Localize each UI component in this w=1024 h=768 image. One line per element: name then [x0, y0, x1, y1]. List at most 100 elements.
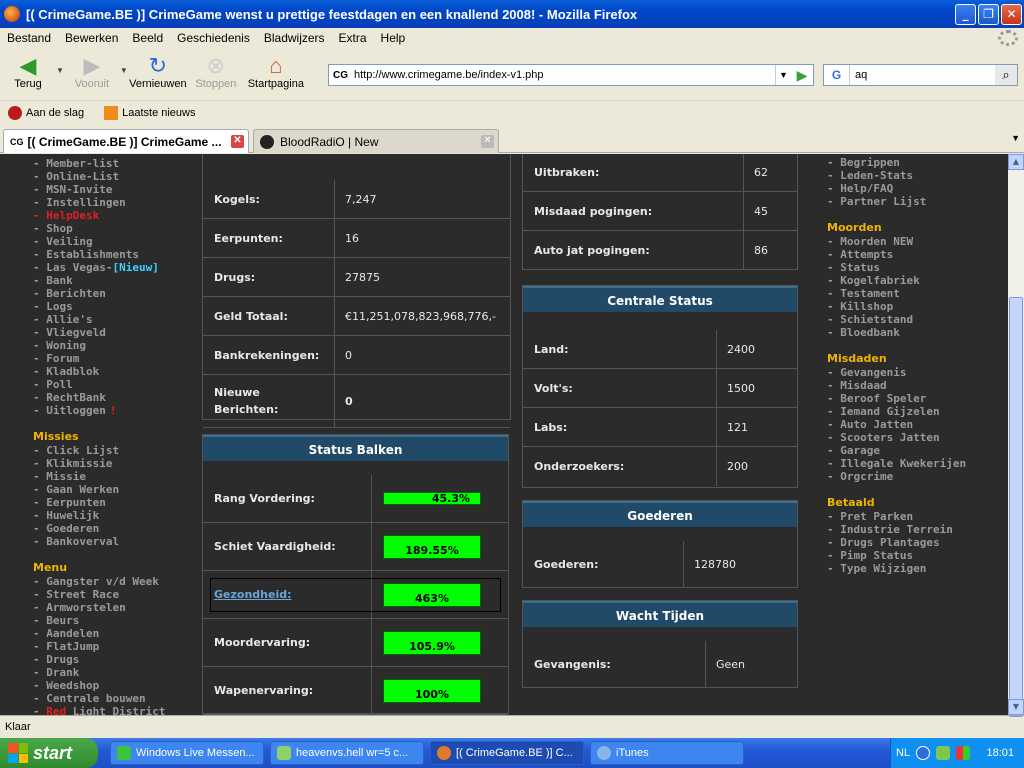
google-engine-icon[interactable]: G — [824, 65, 850, 85]
language-indicator[interactable]: NL — [896, 747, 910, 759]
minimize-button[interactable]: _ — [955, 3, 976, 25]
nav-link[interactable]: - Testament — [827, 287, 966, 300]
nav-link[interactable]: - Shop — [33, 222, 165, 235]
nav-link[interactable]: - Missie — [33, 470, 165, 483]
nav-link[interactable]: - Uitloggen! — [33, 404, 165, 417]
nav-link[interactable]: - Drugs — [33, 653, 165, 666]
menu-geschiedenis[interactable]: Geschiedenis — [170, 31, 257, 45]
nav-link[interactable]: - RechtBank — [33, 391, 165, 404]
nav-link[interactable]: - HelpDesk — [33, 209, 165, 222]
nav-link[interactable]: - Huwelijk — [33, 509, 165, 522]
menu-extra[interactable]: Extra — [332, 31, 374, 45]
nav-link[interactable]: - Bloedbank — [827, 326, 966, 339]
tray-expand-icon[interactable] — [916, 746, 931, 760]
close-tab-icon[interactable]: ✕ — [481, 135, 494, 148]
nav-link[interactable]: - MSN-Invite — [33, 183, 165, 196]
nav-link[interactable]: - Drank — [33, 666, 165, 679]
bookmark-laatste-nieuws[interactable]: Laatste nieuws — [104, 105, 196, 120]
taskbar-item-crimegame[interactable]: [( CrimeGame.BE )] C... — [430, 741, 584, 765]
nav-link[interactable]: - Auto Jatten — [827, 418, 966, 431]
start-button[interactable]: start — [0, 738, 98, 768]
menu-bestand[interactable]: Bestand — [0, 31, 58, 45]
bookmark-aan-de-slag[interactable]: Aan de slag — [8, 105, 84, 120]
back-history-dropdown[interactable]: ▼ — [56, 66, 64, 75]
nav-link[interactable]: - Killshop — [827, 300, 966, 313]
go-arrow-icon[interactable]: ▶ — [791, 65, 813, 85]
nav-link[interactable]: - Instellingen — [33, 196, 165, 209]
nav-link[interactable]: - Bank — [33, 274, 165, 287]
nav-link[interactable]: - Help/FAQ — [827, 182, 966, 195]
nav-link[interactable]: - Kladblok — [33, 365, 165, 378]
left-nav-link[interactable]: - Red Light District — [33, 705, 165, 715]
nav-link[interactable]: - Woning — [33, 339, 165, 352]
nav-link[interactable]: - Click Lijst — [33, 444, 165, 457]
nav-link[interactable]: - Forum — [33, 352, 165, 365]
nav-link[interactable]: - Allie's — [33, 313, 165, 326]
tab-bloodradio[interactable]: BloodRadiO | New ✕ — [253, 129, 499, 153]
taskbar-item-messenger[interactable]: Windows Live Messen... — [110, 741, 264, 765]
scroll-down-arrow[interactable]: ▼ — [1008, 699, 1024, 715]
nav-link[interactable]: - Street Race — [33, 588, 165, 601]
nav-link[interactable]: - Member-list — [33, 157, 165, 170]
nav-link[interactable]: - Establishments — [33, 248, 165, 261]
nav-link[interactable]: - Drugs Plantages — [827, 536, 966, 549]
nav-link[interactable]: - Veiling — [33, 235, 165, 248]
address-bar[interactable]: CG http://www.crimegame.be/index-v1.php … — [328, 64, 814, 86]
nav-link[interactable]: - Iemand Gijzelen — [827, 405, 966, 418]
nav-link[interactable]: - Pret Parken — [827, 510, 966, 523]
menu-bewerken[interactable]: Bewerken — [58, 31, 125, 45]
nav-link[interactable]: - FlatJump — [33, 640, 165, 653]
nav-link[interactable]: - Pimp Status — [827, 549, 966, 562]
nav-link[interactable]: - Gaan Werken — [33, 483, 165, 496]
nav-link[interactable]: - Garage — [827, 444, 966, 457]
taskbar-item-heavenvshell[interactable]: heavenvs.hell wr=5 c... — [270, 741, 424, 765]
nav-link[interactable]: - Berichten — [33, 287, 165, 300]
scroll-thumb[interactable] — [1009, 297, 1023, 717]
nav-link[interactable]: - Status — [827, 261, 966, 274]
search-input[interactable]: aq — [850, 69, 995, 81]
close-window-button[interactable]: ✕ — [1001, 3, 1022, 25]
nav-link[interactable]: - Vliegveld — [33, 326, 165, 339]
search-bar[interactable]: G aq ⌕ — [823, 64, 1018, 86]
menu-bladwijzers[interactable]: Bladwijzers — [257, 31, 332, 45]
tray-app-icon[interactable] — [956, 746, 971, 760]
nav-link[interactable]: - Weedshop — [33, 679, 165, 692]
menu-beeld[interactable]: Beeld — [125, 31, 170, 45]
nav-link[interactable]: - Illegale Kwekerijen — [827, 457, 966, 470]
nav-link[interactable]: - Las Vegas-[Nieuw] — [33, 261, 165, 274]
nav-link[interactable]: - Begrippen — [827, 156, 966, 169]
search-icon[interactable]: ⌕ — [995, 65, 1017, 85]
nav-link[interactable]: - Beurs — [33, 614, 165, 627]
stop-button[interactable]: ⊗ Stoppen — [188, 54, 244, 91]
nav-link[interactable]: - Type Wijzigen — [827, 562, 966, 575]
nav-link[interactable]: - Misdaad — [827, 379, 966, 392]
nav-link[interactable]: - Partner Lijst — [827, 195, 966, 208]
back-button[interactable]: ◀ Terug — [0, 54, 56, 91]
nav-link[interactable]: - Moorden NEW — [827, 235, 966, 248]
nav-link[interactable]: - Schietstand — [827, 313, 966, 326]
scroll-up-arrow[interactable]: ▲ — [1008, 154, 1024, 170]
nav-link[interactable]: - Gangster v/d Week — [33, 575, 165, 588]
reload-button[interactable]: ↻ Vernieuwen — [128, 54, 188, 91]
messenger-tray-icon[interactable] — [936, 746, 951, 760]
nav-link[interactable]: - Goederen — [33, 522, 165, 535]
forward-button[interactable]: ▶ Vooruit — [64, 54, 120, 91]
nav-link[interactable]: - Leden-Stats — [827, 169, 966, 182]
nav-link[interactable]: - Online-List — [33, 170, 165, 183]
nav-link[interactable]: - Armworstelen — [33, 601, 165, 614]
nav-link[interactable]: - Industrie Terrein — [827, 523, 966, 536]
nav-link[interactable]: - Kogelfabriek — [827, 274, 966, 287]
nav-link[interactable]: - Eerpunten — [33, 496, 165, 509]
home-button[interactable]: ⌂ Startpagina — [244, 54, 308, 91]
forward-history-dropdown[interactable]: ▼ — [120, 66, 128, 75]
taskbar-item-itunes[interactable]: iTunes — [590, 741, 744, 765]
nav-link[interactable]: - Orgcrime — [827, 470, 966, 483]
close-tab-icon[interactable]: ✕ — [231, 135, 244, 148]
maximize-button[interactable]: ❐ — [978, 3, 999, 25]
tab-crimegame[interactable]: CG [( CrimeGame.BE )] CrimeGame ... ✕ — [3, 129, 249, 153]
nav-link[interactable]: - Klikmissie — [33, 457, 165, 470]
nav-link[interactable]: - Bankoverval — [33, 535, 165, 548]
nav-link[interactable]: - Logs — [33, 300, 165, 313]
tab-list-dropdown[interactable]: ▼ — [1011, 133, 1020, 143]
menu-help[interactable]: Help — [374, 31, 413, 45]
